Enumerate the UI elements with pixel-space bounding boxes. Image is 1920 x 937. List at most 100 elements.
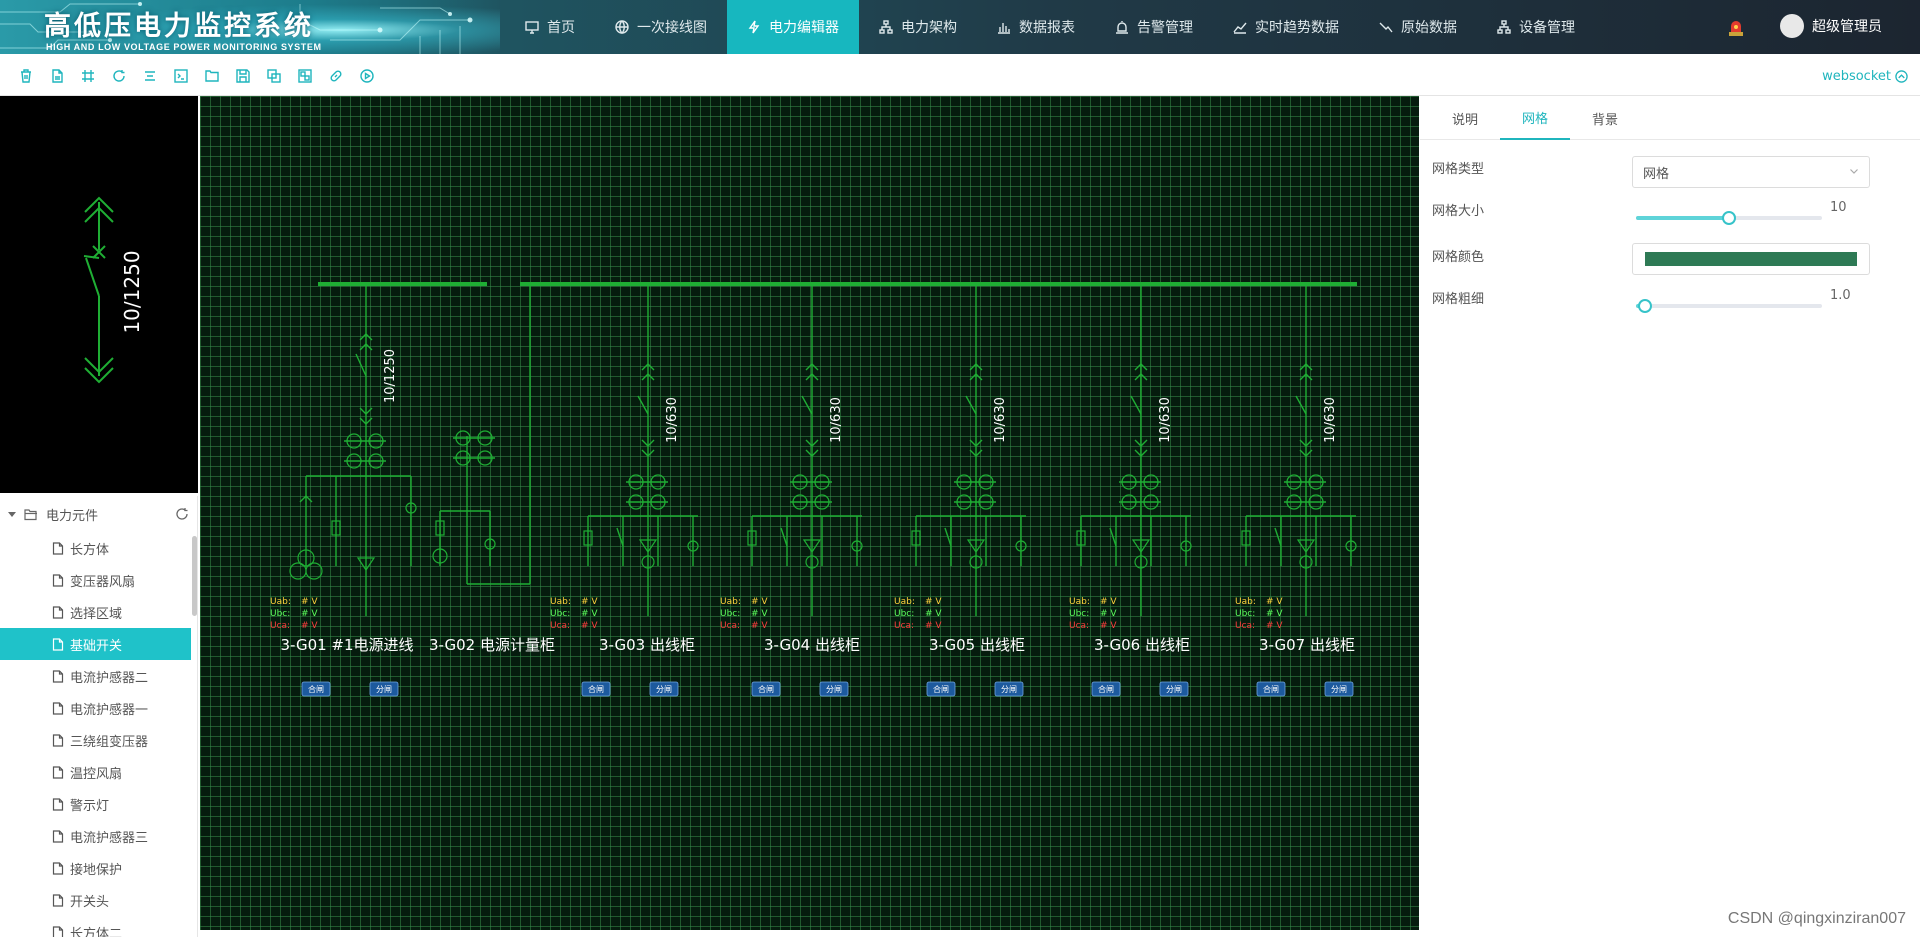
folder-icon[interactable]	[204, 68, 220, 84]
nav-item-5[interactable]: 告警管理	[1095, 0, 1213, 54]
grid-color-picker[interactable]	[1632, 243, 1870, 275]
tree-item[interactable]: 长方体二	[0, 916, 197, 937]
nav-item-6[interactable]: 实时趋势数据	[1213, 0, 1359, 54]
voltage-label: Uab:	[894, 597, 915, 607]
open-switch-button-label: 分闸	[376, 685, 392, 694]
tree-item[interactable]: 选择区域	[0, 596, 197, 628]
close-switch-button-label: 合闸	[308, 684, 324, 694]
grid-icon[interactable]	[80, 68, 96, 84]
tree-item[interactable]: 接地保护	[0, 852, 197, 884]
editor-toolbar: websocket	[0, 54, 1920, 96]
terminal-icon[interactable]	[173, 68, 189, 84]
cabinet-name-label: 3-G04 出线柜	[764, 636, 860, 654]
cabinet-rating-label: 10/630	[1323, 397, 1338, 443]
group-icon[interactable]	[297, 68, 313, 84]
tab-0[interactable]: 说明	[1430, 96, 1500, 140]
voltage-value: # V	[925, 609, 942, 619]
open-switch-button[interactable]: 分闸	[1159, 681, 1189, 697]
editor-canvas[interactable]: 10/1250 3-G01 #1电源进线 Uab: # V Ubc: # V Uca: # V…	[200, 96, 1419, 930]
tree-item[interactable]: 变压器风扇	[0, 564, 197, 596]
nav-item-0[interactable]: 首页	[505, 0, 595, 54]
app-title: 高低压电力监控系统	[44, 11, 314, 42]
voltage-label: Uab:	[270, 597, 291, 607]
voltage-label: Ubc:	[270, 609, 290, 619]
grid-thickness-slider[interactable]	[1636, 299, 1822, 313]
tree-item[interactable]: 温控风扇	[0, 756, 197, 788]
tree-scrollbar[interactable]	[192, 536, 197, 616]
copy-icon[interactable]	[266, 68, 282, 84]
tree-item[interactable]: 开关头	[0, 884, 197, 916]
close-switch-button-label: 合闸	[1098, 684, 1114, 694]
tree-item[interactable]: 三绕组变压器	[0, 724, 197, 756]
close-switch-button[interactable]: 合闸	[1256, 681, 1286, 697]
websocket-label: websocket	[1822, 69, 1891, 84]
websocket-status[interactable]: websocket	[1822, 69, 1908, 84]
toolbar-tools	[18, 68, 375, 84]
document-icon	[52, 541, 64, 555]
nav-item-3[interactable]: 电力架构	[859, 0, 977, 54]
document-icon	[52, 797, 64, 811]
close-switch-button[interactable]: 合闸	[581, 681, 611, 697]
tree-item-label: 选择区域	[70, 606, 123, 622]
open-switch-button[interactable]: 分闸	[819, 681, 849, 697]
grid-size-slider-fill	[1636, 216, 1729, 220]
tree-item[interactable]: 电流护感器三	[0, 820, 197, 852]
close-switch-button[interactable]: 合闸	[751, 681, 781, 697]
single-line-diagram: 10/1250 3-G01 #1电源进线 Uab: # V Ubc: # V Uca: # V…	[270, 282, 1357, 697]
chevron-down-icon	[1850, 169, 1858, 174]
grid-size-label: 网格大小	[1432, 204, 1485, 219]
tree-item[interactable]: 长方体	[0, 532, 197, 564]
tree-root-power-components[interactable]: 电力元件	[0, 496, 197, 532]
voltage-value: # V	[581, 621, 598, 631]
nav-item-2[interactable]: 电力编辑器	[727, 0, 859, 54]
document-icon	[52, 861, 64, 875]
cabinet-rating-label: 10/630	[1158, 397, 1173, 443]
nav-item-7[interactable]: 原始数据	[1359, 0, 1477, 54]
cabinet-7: 10/630 3-G07 出线柜 Uab: # V Ubc: # V Uca: # V 合闸 分闸	[1235, 284, 1357, 697]
grid-size-slider-thumb[interactable]	[1722, 211, 1736, 225]
grid-size-slider[interactable]	[1636, 211, 1822, 225]
caret-down-icon[interactable]	[8, 511, 16, 517]
tree-item[interactable]: 电流护感器二	[0, 660, 197, 692]
open-switch-button[interactable]: 分闸	[994, 681, 1024, 697]
panel-tabs: 说明 网格 背景	[1420, 96, 1920, 140]
open-switch-button[interactable]: 分闸	[649, 681, 679, 697]
tab-2[interactable]: 背景	[1570, 96, 1640, 140]
switch-preview-graphic	[83, 196, 114, 384]
grid-type-select[interactable]: 网格	[1632, 156, 1870, 188]
link-icon[interactable]	[328, 68, 344, 84]
align-icon[interactable]	[142, 68, 158, 84]
globe-icon	[615, 20, 629, 34]
close-switch-button[interactable]: 合闸	[926, 681, 956, 697]
save-icon[interactable]	[235, 68, 251, 84]
close-switch-button[interactable]: 合闸	[1091, 681, 1121, 697]
nav-item-8[interactable]: 设备管理	[1477, 0, 1595, 54]
tree-item[interactable]: 基础开关	[0, 628, 191, 660]
grid-thickness-slider-thumb[interactable]	[1638, 299, 1653, 313]
new-file-icon[interactable]	[49, 68, 65, 84]
avatar	[1780, 14, 1804, 38]
hierarchy-icon	[879, 20, 893, 34]
voltage-value: # V	[301, 621, 318, 631]
voltage-label: Ubc:	[1069, 609, 1089, 619]
alarm-light-icon[interactable]	[1726, 17, 1746, 37]
open-switch-button[interactable]: 分闸	[369, 681, 399, 697]
tree-item-label: 电流护感器一	[70, 702, 149, 718]
voltage-label: Uca:	[270, 621, 290, 631]
refresh-icon[interactable]	[175, 507, 189, 521]
play-icon[interactable]	[359, 68, 375, 84]
close-switch-button[interactable]: 合闸	[301, 681, 331, 697]
voltage-value: # V	[1100, 597, 1117, 607]
delete-icon[interactable]	[18, 68, 34, 84]
tree-item[interactable]: 电流护感器一	[0, 692, 197, 724]
voltage-label: Uca:	[550, 621, 570, 631]
refresh-icon[interactable]	[111, 68, 127, 84]
tab-1[interactable]: 网格	[1500, 96, 1571, 140]
nav-item-1[interactable]: 一次接线图	[595, 0, 727, 54]
open-switch-button[interactable]: 分闸	[1324, 681, 1354, 697]
tree-item[interactable]: 警示灯	[0, 788, 197, 820]
tree-item-label: 接地保护	[70, 862, 123, 878]
nav-item-4[interactable]: 数据报表	[977, 0, 1095, 54]
user-menu[interactable]: 超级管理员	[1780, 14, 1882, 38]
grid-thickness-label: 网格粗细	[1432, 292, 1485, 307]
